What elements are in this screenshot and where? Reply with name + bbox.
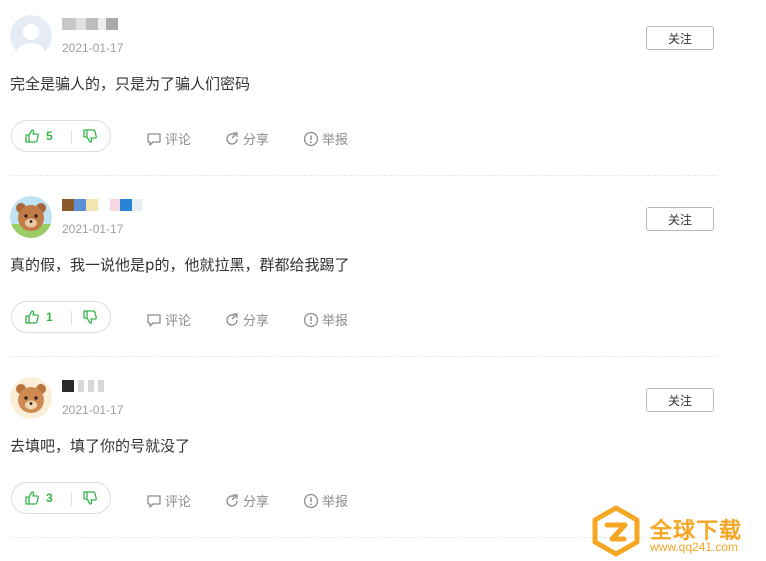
divider [10, 356, 716, 358]
comment-text: 真的假，我一说他是p的，他就拉黑，群都给我踢了 [10, 256, 350, 274]
dislike-button[interactable] [82, 309, 98, 329]
like-button[interactable]: 5 [24, 128, 53, 144]
vote-divider [71, 130, 72, 144]
vote-divider [71, 492, 72, 506]
share-action[interactable]: 分享 [224, 129, 269, 148]
follow-button[interactable]: 关注 [646, 207, 714, 231]
comment-date: 2021-01-17 [62, 403, 124, 417]
warning-icon [303, 131, 319, 146]
avatar[interactable] [10, 377, 52, 419]
warning-icon [303, 493, 319, 508]
thumbs-up-icon [25, 310, 39, 324]
vote-box: 1 [11, 301, 111, 333]
report-action[interactable]: 举报 [303, 491, 348, 510]
thumbs-down-icon [83, 491, 97, 505]
comment-date: 2021-01-17 [62, 41, 124, 55]
warning-icon [303, 312, 319, 327]
share-icon [226, 131, 238, 145]
comment-icon [147, 132, 161, 146]
thumbs-down-icon [83, 129, 97, 143]
comment-item: •••• 2021-01-17 关注 完全是骗人的，只是为了骗人们密码 5 评论… [0, 0, 716, 181]
report-action[interactable]: 举报 [303, 129, 348, 148]
follow-button[interactable]: 关注 [646, 26, 714, 50]
comment-text: 去填吧，填了你的号就没了 [10, 437, 191, 455]
watermark-logo: 全球下载 www.qq241.com [588, 505, 763, 557]
divider [10, 175, 716, 177]
share-icon [226, 312, 238, 326]
comment-date: 2021-01-17 [62, 222, 124, 236]
avatar[interactable] [10, 15, 52, 57]
like-count: 1 [46, 310, 53, 324]
comment-action[interactable]: 评论 [146, 129, 191, 148]
like-count: 3 [46, 491, 53, 505]
report-action[interactable]: 举报 [303, 310, 348, 329]
comment-action[interactable]: 评论 [146, 310, 191, 329]
share-icon [226, 493, 238, 507]
thumbs-down-icon [83, 310, 97, 324]
thumbs-up-icon [25, 129, 39, 143]
comment-icon [147, 313, 161, 327]
vote-divider [71, 311, 72, 325]
logo-icon [592, 505, 640, 557]
like-count: 5 [46, 129, 53, 143]
username-redacted[interactable]: •••• [62, 380, 104, 394]
watermark-url: www.qq241.com [650, 540, 739, 554]
comment-text: 完全是骗人的，只是为了骗人们密码 [10, 75, 251, 93]
comment-item: •••• 2021-01-17 关注 真的假，我一说他是p的，他就拉黑，群都给我… [0, 181, 716, 362]
avatar[interactable] [10, 196, 52, 238]
vote-box: 5 [11, 120, 111, 152]
comment-action[interactable]: 评论 [146, 491, 191, 510]
comment-icon [147, 494, 161, 508]
username-redacted[interactable]: •••• [62, 199, 142, 213]
vote-box: 3 [11, 482, 111, 514]
like-button[interactable]: 3 [24, 490, 53, 506]
username-redacted[interactable]: •••• [62, 18, 118, 32]
like-button[interactable]: 1 [24, 309, 53, 325]
dislike-button[interactable] [82, 490, 98, 510]
share-action[interactable]: 分享 [224, 491, 269, 510]
thumbs-up-icon [25, 491, 39, 505]
share-action[interactable]: 分享 [224, 310, 269, 329]
follow-button[interactable]: 关注 [646, 388, 714, 412]
dislike-button[interactable] [82, 128, 98, 148]
